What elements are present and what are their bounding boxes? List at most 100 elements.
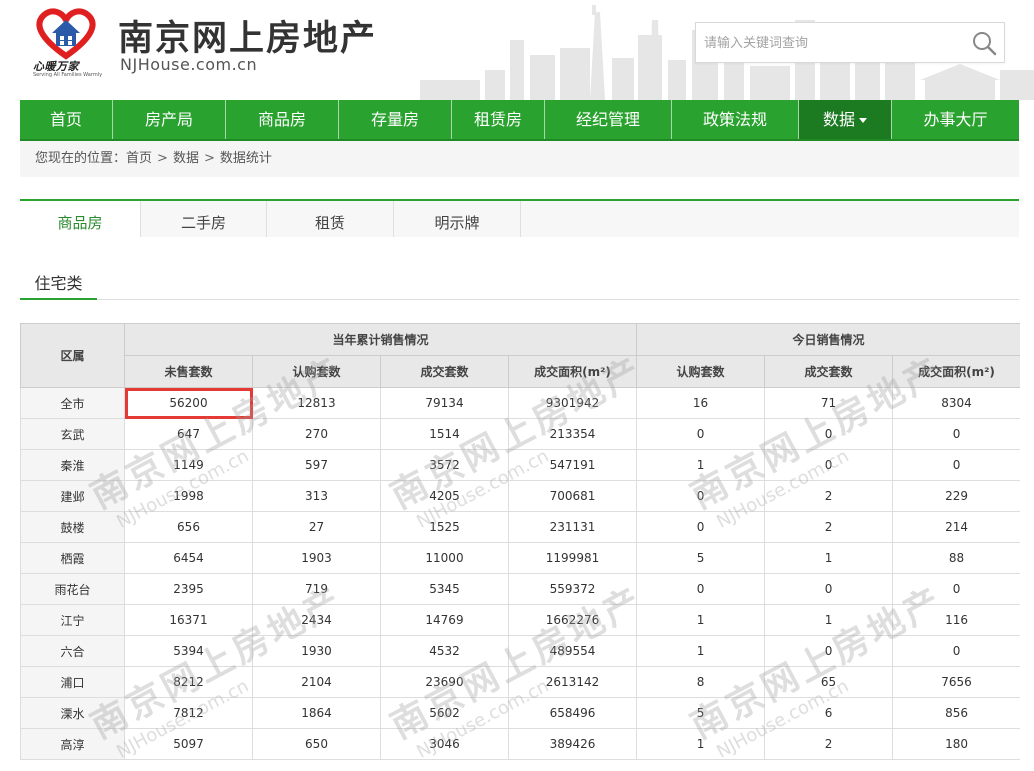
search-box	[695, 22, 1005, 63]
value-cell: 656	[124, 511, 253, 543]
table-row: 雨花台 2395 719 5345 559372 0 0 0	[20, 573, 1020, 605]
tab-new-homes[interactable]: 商品房	[20, 201, 141, 237]
nav-item-resale-homes[interactable]: 存量房	[339, 100, 452, 139]
value-cell: 231131	[507, 511, 638, 543]
section-tab-residential[interactable]: 住宅类	[20, 270, 97, 300]
nav-item-brokerage[interactable]: 经纪管理	[545, 100, 672, 139]
value-cell: 23690	[380, 666, 509, 698]
area-cell: 鼓楼	[20, 511, 125, 543]
value-cell: 1149	[124, 449, 253, 481]
area-cell: 高淳	[20, 728, 125, 760]
value-cell: 71	[764, 387, 894, 419]
value-cell: 6454	[124, 542, 253, 574]
tab-second-hand[interactable]: 二手房	[141, 201, 267, 237]
value-cell: 1998	[124, 480, 253, 512]
tab-public-sign[interactable]: 明示牌	[394, 201, 521, 237]
value-cell: 547191	[507, 449, 638, 481]
value-cell: 2613142	[507, 666, 638, 698]
value-cell: 313	[252, 480, 381, 512]
value-cell: 270	[252, 418, 381, 450]
search-icon[interactable]	[970, 29, 998, 57]
table-row: 秦淮 1149 597 3572 547191 1 0 0	[20, 449, 1020, 481]
value-cell: 0	[892, 449, 1020, 481]
nav-label: 首页	[49, 110, 82, 129]
value-cell: 8212	[124, 666, 253, 698]
group-header-annual: 当年累计销售情况	[123, 323, 638, 356]
breadcrumb-prefix: 您现在的位置：	[35, 151, 127, 166]
value-cell: 1199981	[507, 542, 638, 574]
value-cell: 2	[764, 480, 894, 512]
table-row: 建邺 1998 313 4205 700681 0 2 229	[20, 480, 1020, 512]
value-cell: 8	[636, 666, 766, 698]
value-cell: 700681	[507, 480, 638, 512]
nav-item-new-homes[interactable]: 商品房	[226, 100, 339, 139]
value-cell: 2395	[124, 573, 253, 605]
nav-item-policy[interactable]: 政策法规	[672, 100, 799, 139]
value-cell: 14769	[380, 604, 509, 636]
section-header: 住宅类	[20, 262, 1019, 300]
breadcrumb-separator: >	[157, 151, 168, 166]
nav-label: 房产局	[144, 110, 193, 129]
value-cell: 116	[892, 604, 1020, 636]
value-cell: 1662276	[507, 604, 638, 636]
value-cell: 7656	[892, 666, 1020, 698]
col-header-today-sold-area: 成交面积(m²)	[892, 355, 1020, 388]
col-header-sold: 成交套数	[380, 355, 509, 388]
value-cell: 5394	[124, 635, 253, 667]
site-header: 心暖万家 Serving All Families Warmly 南京网上房地产…	[0, 0, 1034, 100]
value-cell: 0	[636, 418, 766, 450]
breadcrumb-data-link[interactable]: 数据	[173, 151, 199, 166]
nav-item-housing-bureau[interactable]: 房产局	[113, 100, 226, 139]
value-cell: 0	[764, 573, 894, 605]
tab-rental[interactable]: 租赁	[267, 201, 394, 237]
sales-stats-table-container: 区属 当年累计销售情况 今日销售情况 未售套数 认购套数 成交套数 成交面积(m…	[20, 323, 1020, 771]
nav-item-data[interactable]: 数据	[799, 100, 892, 139]
value-cell: 180	[892, 728, 1020, 760]
breadcrumb-home-link[interactable]: 首页	[126, 151, 152, 166]
table-row: 高淳 5097 650 3046 389426 1 2 180	[20, 728, 1020, 760]
value-cell: 213354	[507, 418, 638, 450]
value-cell: 16371	[124, 604, 253, 636]
value-cell: 6	[764, 697, 894, 729]
area-cell: 全市	[20, 387, 125, 419]
value-cell: 1864	[252, 697, 381, 729]
value-cell: 65	[764, 666, 894, 698]
value-cell: 1514	[380, 418, 509, 450]
group-header-today: 今日销售情况	[636, 323, 1020, 356]
col-header-sold-area: 成交面积(m²)	[507, 355, 638, 388]
search-input[interactable]	[704, 31, 964, 55]
nav-label: 办事大厅	[923, 110, 988, 129]
col-header-subscribed: 认购套数	[252, 355, 381, 388]
value-cell: 1	[636, 604, 766, 636]
nav-item-home[interactable]: 首页	[20, 100, 113, 139]
area-cell: 建邺	[20, 480, 125, 512]
area-cell: 六合	[20, 635, 125, 667]
table-row: 栖霞 6454 1903 11000 1199981 5 1 88	[20, 542, 1020, 574]
value-cell: 8304	[892, 387, 1020, 419]
col-header-today-sold: 成交套数	[764, 355, 894, 388]
nav-label: 经纪管理	[575, 110, 640, 129]
value-cell: 489554	[507, 635, 638, 667]
value-cell: 7812	[124, 697, 253, 729]
table-row: 江宁 16371 2434 14769 1662276 1 1 116	[20, 604, 1020, 636]
table-row: 玄武 647 270 1514 213354 0 0 0	[20, 418, 1020, 450]
value-cell: 0	[636, 480, 766, 512]
area-cell: 秦淮	[20, 449, 125, 481]
nav-item-service-hall[interactable]: 办事大厅	[892, 100, 1019, 139]
table-row: 浦口 8212 2104 23690 2613142 8 65 7656	[20, 666, 1020, 698]
breadcrumb-separator: >	[203, 151, 215, 166]
value-cell: 229	[892, 480, 1020, 512]
value-cell: 2104	[252, 666, 381, 698]
site-domain: NJHouse.com.cn	[120, 55, 258, 74]
nav-label: 数据	[822, 110, 855, 129]
value-cell: 0	[636, 573, 766, 605]
area-cell: 溧水	[20, 697, 125, 729]
col-header-area: 区属	[20, 323, 125, 388]
col-header-unsold: 未售套数	[124, 355, 253, 388]
value-cell: 1	[636, 449, 766, 481]
table-row: 六合 5394 1930 4532 489554 1 0 0	[20, 635, 1020, 667]
value-cell: 79134	[380, 387, 509, 419]
site-title[interactable]: 南京网上房地产	[118, 10, 377, 61]
table-row: 鼓楼 656 27 1525 231131 0 2 214	[20, 511, 1020, 543]
nav-item-rental[interactable]: 租赁房	[452, 100, 545, 139]
